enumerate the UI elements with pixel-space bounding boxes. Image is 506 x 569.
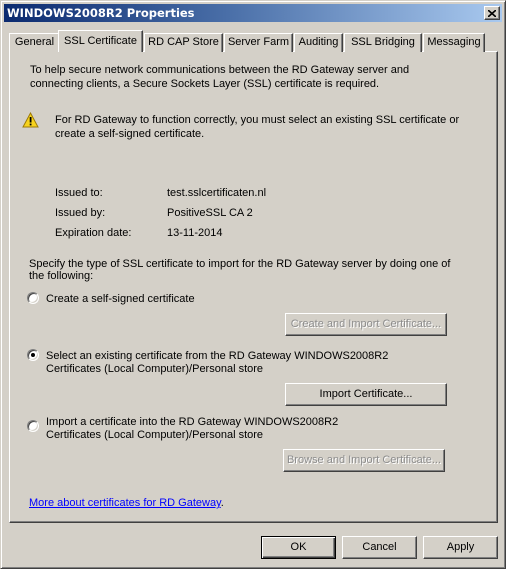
close-button[interactable]: [484, 6, 500, 20]
browse-and-import-certificate-button[interactable]: Browse and Import Certificate...: [283, 449, 445, 472]
tab-rd-cap-store[interactable]: RD CAP Store: [144, 33, 223, 52]
issued-to-label: Issued to:: [55, 187, 103, 199]
issued-to-value: test.sslcertificaten.nl: [167, 187, 267, 199]
more-about-certificates-link[interactable]: More about certificates for RD Gateway: [29, 497, 221, 509]
warning-text-line1: For RD Gateway to function correctly, yo…: [55, 114, 460, 126]
import-certificate-button[interactable]: Import Certificate...: [285, 383, 447, 406]
tab-ssl-certificate[interactable]: SSL Certificate: [58, 30, 143, 52]
intro-text-line1: To help secure network communications be…: [30, 64, 410, 76]
tab-general[interactable]: General: [9, 33, 60, 52]
option-import-into-store-line2[interactable]: Certificates (Local Computer)/Personal s…: [46, 428, 263, 442]
issued-by-value: PositiveSSL CA 2: [167, 207, 253, 219]
link-suffix: .: [220, 497, 224, 509]
cancel-button[interactable]: Cancel: [342, 536, 417, 559]
ok-button[interactable]: OK: [261, 536, 336, 559]
expiration-date-label: Expiration date:: [55, 227, 132, 239]
tab-server-farm[interactable]: Server Farm: [224, 33, 293, 52]
option-import-into-store-line1[interactable]: Import a certificate into the RD Gateway…: [46, 415, 338, 429]
window-title: WINDOWS2008R2 Properties: [7, 6, 195, 20]
specify-text-line2: the following:: [29, 270, 94, 282]
option-select-existing-line1[interactable]: Select an existing certificate from the …: [46, 349, 388, 363]
tab-ssl-bridging[interactable]: SSL Bridging: [344, 33, 422, 52]
properties-dialog: WINDOWS2008R2 Properties General SSL Cer…: [0, 0, 506, 569]
radio-import-into-store[interactable]: [27, 420, 39, 432]
option-select-existing-line2[interactable]: Certificates (Local Computer)/Personal s…: [46, 362, 263, 376]
radio-self-signed[interactable]: [27, 292, 39, 304]
create-and-import-certificate-button[interactable]: Create and Import Certificate...: [285, 313, 447, 336]
warning-triangle-icon: [22, 112, 39, 128]
radio-selected-dot: [31, 353, 35, 357]
tab-messaging[interactable]: Messaging: [423, 33, 485, 52]
apply-button[interactable]: Apply: [423, 536, 498, 559]
close-icon: [488, 9, 496, 17]
more-info-row: More about certificates for RD Gateway.: [29, 496, 224, 510]
expiration-date-value: 13-11-2014: [167, 227, 223, 239]
title-bar[interactable]: WINDOWS2008R2 Properties: [4, 4, 502, 22]
radio-select-existing[interactable]: [27, 349, 39, 361]
issued-by-label: Issued by:: [55, 207, 106, 219]
warning-text-line2: create a self-signed certificate.: [55, 128, 205, 140]
tab-auditing[interactable]: Auditing: [294, 33, 343, 52]
intro-text-line2: connecting clients, a Secure Sockets Lay…: [30, 78, 380, 90]
option-self-signed-label[interactable]: Create a self-signed certificate: [46, 292, 195, 306]
